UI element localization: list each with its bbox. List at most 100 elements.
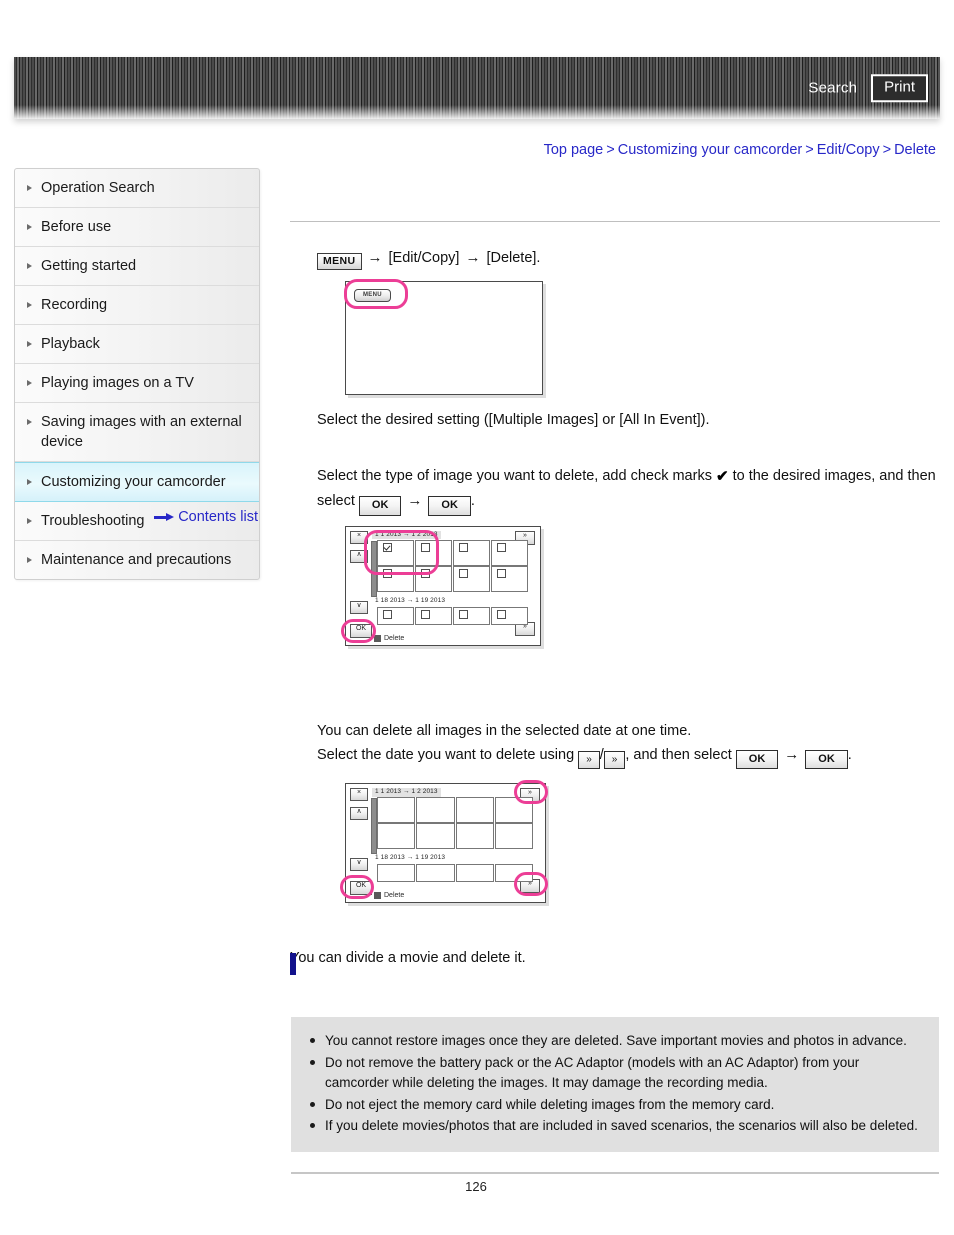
thumbnail-item[interactable] [377,606,414,625]
ok-button-icon[interactable]: OK [735,749,779,770]
sidebar-item-label: Playback [41,336,100,352]
breadcrumb-item-delete[interactable]: Delete [894,142,936,158]
thumbnail-item[interactable] [377,539,414,566]
chevron-right-icon [27,341,32,347]
sidebar-item-label: Recording [41,297,108,313]
sidebar-item-label: Operation Search [41,180,155,196]
checkbox-icon[interactable] [383,609,392,619]
notes-box: You cannot restore images once they are … [291,1017,939,1152]
thumbnail-item[interactable] [453,606,490,625]
step-divide-movie: You can divide a movie and delete it. [290,947,940,970]
thumbnail-item[interactable] [415,606,452,625]
page-up-icon[interactable]: » [578,750,600,769]
scroll-down-icon[interactable]: ∨ [350,858,368,872]
arrow-right-icon: → [784,745,800,763]
search-button[interactable]: Search [808,80,857,97]
step-menu-path-text: MENU → [Edit/Copy] → [Delete]. [317,246,940,271]
sidebar-item-maintenance-and-precautions[interactable]: Maintenance and precautions [15,541,259,579]
breadcrumb-separator: > [606,142,615,158]
note-item: Do not eject the memory card while delet… [307,1095,923,1116]
step-delete-by-date-text-b: , and then select [625,746,732,763]
checkbox-icon[interactable] [383,568,392,578]
sidebar-item-playing-images-on-a-tv[interactable]: Playing images on a TV [15,364,259,403]
checkbox-icon[interactable] [497,542,506,552]
checkbox-icon[interactable] [497,609,506,619]
chevron-right-icon [27,263,32,269]
sidebar-item-recording[interactable]: Recording [15,286,259,325]
step-select-images-text-c: select [317,493,355,510]
breadcrumb-item-top-page[interactable]: Top page [544,142,604,158]
sidebar-item-customizing-your-camcorder[interactable]: Customizing your camcorder [15,462,259,502]
checkbox-icon[interactable] [459,609,468,619]
date-range-label-bottom: 1 18 2013 → 1 19 2013 [375,596,446,604]
thumbnail-item[interactable] [455,864,494,883]
thumbnail-item[interactable] [491,606,528,625]
thumbnail-item[interactable] [453,565,490,592]
contents-list-link[interactable]: Contents list [178,509,258,525]
thumbnail-item[interactable] [416,864,455,883]
sidebar-item-label: Saving images with an external device [41,414,242,450]
thumbnail-item[interactable] [377,797,416,824]
sidebar-item-label: Customizing your camcorder [41,474,226,490]
checkbox-icon[interactable] [421,542,430,552]
print-button[interactable]: Print [871,74,928,102]
sidebar-item-label: Playing images on a TV [41,375,194,391]
thumbnail-item[interactable] [491,539,528,566]
breadcrumb: Top page > Customizing your camcorder > Edit… [544,142,936,158]
breadcrumb-item-edit-copy[interactable]: Edit/Copy [817,142,880,158]
checkbox-icon[interactable] [497,568,506,578]
trash-icon [374,634,381,642]
thumbnail-item[interactable] [494,864,533,883]
ok-button-icon[interactable]: OK [428,496,471,516]
thumbnail-item[interactable] [377,864,416,883]
breadcrumb-item-customizing-your-camcorder[interactable]: Customizing your camcorder [618,142,803,158]
arrow-right-icon [154,512,175,522]
trash-icon [374,892,381,900]
sidebar-item-operation-search[interactable]: Operation Search [15,169,259,208]
sidebar-item-label: Maintenance and precautions [41,552,232,568]
arrow-right-icon: → [407,492,423,510]
arrow-right-icon: → [465,249,481,266]
checkbox-icon[interactable] [459,542,468,552]
thumbnail-item[interactable] [377,823,416,850]
chevron-right-icon [27,557,32,563]
menu-button-icon[interactable]: MENU [317,253,362,271]
checkbox-icon[interactable] [459,568,468,578]
thumbnail-item[interactable] [494,797,533,824]
thumbnail-item[interactable] [453,539,490,566]
sidebar-item-label: Getting started [41,258,137,274]
thumbnail-item[interactable] [494,823,533,850]
thumbnail-item[interactable] [415,539,452,566]
sidebar-item-getting-started[interactable]: Getting started [15,247,259,286]
close-icon[interactable]: × [350,788,368,802]
thumbnail-item[interactable] [416,823,455,850]
thumbnail-item[interactable] [491,565,528,592]
menu-chip-icon[interactable]: MENU [354,289,391,303]
thumbnail-item[interactable] [416,797,455,824]
thumbnail-item[interactable] [377,565,414,592]
thumbnail-item[interactable] [455,823,494,850]
thumbnail-item[interactable] [415,565,452,592]
sidebar-item-playback[interactable]: Playback [15,325,259,364]
ok-button-icon[interactable]: OK [350,623,372,638]
illustration-menu-screen: MENU [344,279,543,396]
close-icon[interactable]: × [350,530,368,544]
footer-divider [291,1172,939,1174]
ok-button-icon[interactable]: OK [358,496,402,516]
ok-button-icon[interactable]: OK [350,881,372,896]
sidebar-item-before-use[interactable]: Before use [15,208,259,247]
notes-list: You cannot restore images once they are … [307,1031,923,1137]
checkbox-checked-icon[interactable] [383,542,392,552]
scroll-up-icon[interactable]: ∧ [350,807,368,821]
sidebar-item-saving-images-with-an-external-device[interactable]: Saving images with an external device [15,403,259,462]
ok-button-icon[interactable]: OK [805,749,848,770]
scroll-up-icon[interactable]: ∧ [350,549,368,563]
page-down-icon[interactable]: » [603,750,626,769]
step-menu-path: MENU → [Edit/Copy] → [Delete]. MENU Select t… [290,246,940,432]
checkbox-icon[interactable] [421,609,430,619]
scroll-down-icon[interactable]: ∨ [350,600,368,614]
checkbox-icon[interactable] [421,568,430,578]
thumbnail-item[interactable] [455,797,494,824]
chevron-right-icon [27,479,32,485]
step-divide-movie-text: You can divide a movie and delete it. [290,950,526,967]
